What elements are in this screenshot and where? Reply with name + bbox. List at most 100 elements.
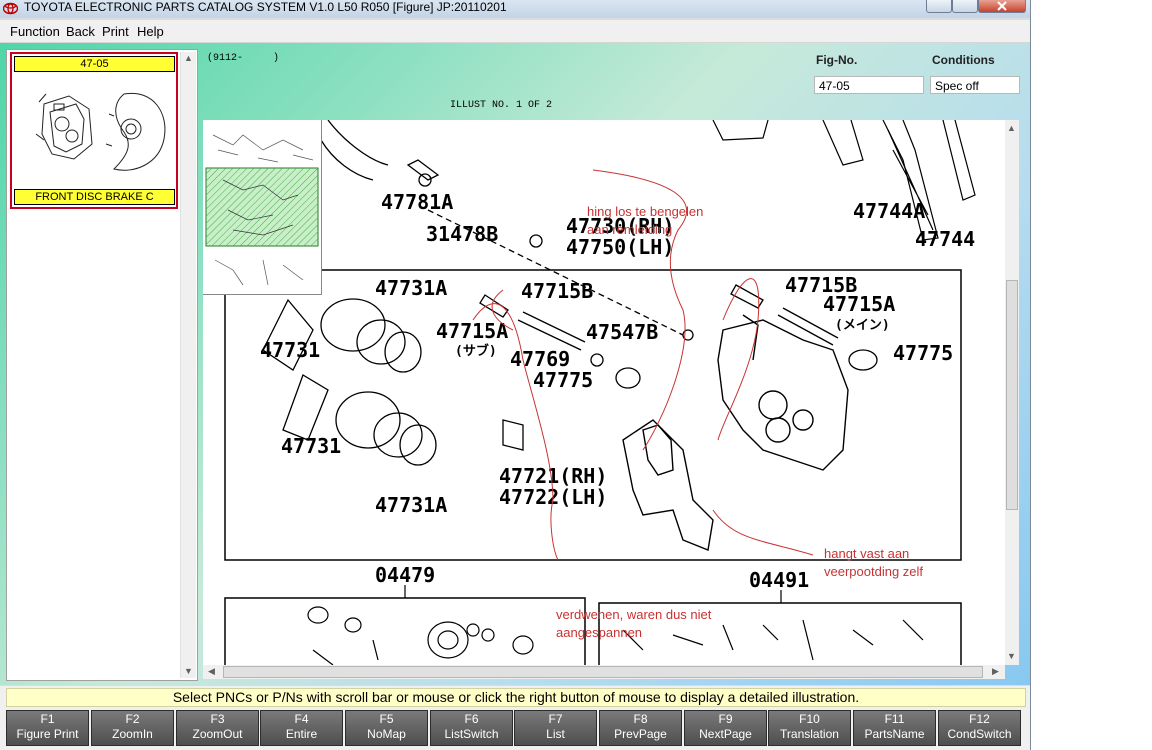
part-number-label[interactable]: 31478B [426,222,498,246]
function-key-label: ListSwitch [444,727,499,741]
figure-thumbnail[interactable]: 47-05 FRONT DISC BRAKE C [10,52,178,209]
part-number-label[interactable]: 47775 [893,341,953,365]
part-number-label[interactable]: 47744 [915,227,975,251]
function-key-label: ZoomOut [192,727,243,741]
part-number-label[interactable]: 47731 [260,338,320,362]
part-number-label[interactable]: (サブ) [455,343,497,359]
function-key-code: F2 [125,712,140,726]
menu-function[interactable]: Function [10,24,60,39]
part-number-label[interactable]: 47715A [823,292,895,316]
part-number-label[interactable]: (メイン) [835,318,890,333]
illustration-vertical-scrollbar[interactable]: ▲ ▼ [1005,120,1019,665]
brake-pad-drawing [712,120,976,241]
annotation-note-1-line-1: hing los te bengelen [587,204,704,219]
horizontal-scroll-thumb[interactable] [223,666,983,678]
part-number-label[interactable]: 47781A [381,190,453,214]
menu-help[interactable]: Help [137,24,164,39]
overview-minimap[interactable] [203,120,322,295]
illustration-horizontal-scrollbar[interactable]: ◀ ▶ [203,665,1005,679]
annotation-note-1-line-2: aan remleiding [587,222,673,237]
part-number-label[interactable]: 47715A [436,319,508,343]
function-key-code: F11 [884,712,905,726]
thumbnail-caption: FRONT DISC BRAKE C [14,189,175,205]
function-key-f5[interactable]: F5 NoMap [345,710,428,746]
function-key-label: Entire [285,727,318,741]
function-key-code: F3 [210,712,225,726]
title-bar: TOYOTA ELECTRONIC PARTS CATALOG SYSTEM V… [0,0,1030,18]
conditions-field[interactable]: Spec off [930,76,1020,94]
brake-caliper-thumbnail-image [35,92,166,171]
function-key-bar: F1 Figure Print F2 ZoomIn F3 ZoomOut F4 Entire F… [0,708,1030,750]
menu-back[interactable]: Back [66,24,95,39]
exploded-diagram: 47781A31478B 47730(RH)47750(LH)47744A4774… [224,120,976,665]
part-number-label[interactable]: 47731A [375,276,447,300]
function-key-f10[interactable]: F10 Translation [768,710,851,746]
part-number-label[interactable]: 47715B [521,279,593,303]
function-key-label: Translation [780,727,839,741]
function-key-f8[interactable]: F8 PrevPage [599,710,682,746]
annotation-note-3-line-2: aangespannen [556,625,643,640]
figure-list-scrollbar[interactable]: ▲ ▼ [180,52,196,678]
scroll-right-arrow-icon[interactable]: ▶ [989,665,1002,678]
annotation-note-2-line-2: veerpootding zelf [824,564,924,579]
function-key-label: ZoomIn [112,727,153,741]
function-key-code: F4 [294,712,309,726]
conditions-label: Conditions [932,53,995,67]
function-key-f2[interactable]: F2 ZoomIn [91,710,174,746]
scroll-left-arrow-icon[interactable]: ◀ [205,665,218,678]
minimap-image [205,134,319,286]
function-key-f1[interactable]: F1 Figure Print [6,710,89,746]
function-key-label: List [546,727,565,741]
function-key-code: F7 [548,712,563,726]
part-number-label[interactable]: 47731 [281,434,341,458]
annotation-note-1: hing los te bengelen aan remleiding [587,203,703,239]
main-content: 47-05 FRONT DISC BRAKE C ▲ ▼ (9112-) IL… [0,43,1030,685]
function-key-f11[interactable]: F11 PartsName [853,710,936,746]
close-button[interactable] [978,0,1026,13]
function-key-code: F10 [799,712,820,726]
function-key-f7[interactable]: F7 List [514,710,597,746]
status-bar: Select PNCs or P/Ns with scroll bar or m… [0,686,1030,708]
disc-rotor-drawing [320,120,389,181]
function-key-f12[interactable]: F12 CondSwitch [938,710,1021,746]
part-number-label[interactable]: 04491 [749,568,809,592]
menu-print[interactable]: Print [102,24,129,39]
menu-bar: Function Back Print Help [0,20,1030,43]
kit-frame-left [224,597,586,665]
function-key-f3[interactable]: F3 ZoomOut [176,710,259,746]
function-key-code: F8 [633,712,648,726]
annotation-note-2-line-1: hangt vast aan [824,546,910,561]
toyota-logo-icon [3,2,18,15]
parts-illustration[interactable]: 47781A 31478B 47730(RH) 47750(LH) 47744A 4774… [203,120,1005,665]
function-key-label: PrevPage [614,727,667,741]
scroll-down-arrow-icon[interactable]: ▼ [1005,650,1018,663]
function-key-code: F5 [379,712,394,726]
app-window: TOYOTA ELECTRONIC PARTS CATALOG SYSTEM V… [0,0,1031,750]
status-message: Select PNCs or P/Ns with scroll bar or m… [6,688,1026,707]
annotation-note-2: hangt vast aan veerpootding zelf [824,545,923,581]
maximize-button[interactable] [952,0,978,13]
part-number-label[interactable]: 47547B [586,320,658,344]
fig-no-field[interactable]: 47-05 [814,76,924,94]
function-key-f9[interactable]: F9 NextPage [684,710,767,746]
scroll-down-arrow-icon[interactable]: ▼ [182,665,195,678]
fig-no-label: Fig-No. [816,53,858,67]
catalog-code: (9112- ) [207,53,280,64]
annotation-note-3: verdwenen, waren dus niet aangespannen [556,606,711,642]
caliper-bracket-drawing [622,314,849,551]
scroll-up-arrow-icon[interactable]: ▲ [182,52,195,65]
function-key-f4[interactable]: F4 Entire [260,710,343,746]
function-key-code: F9 [718,712,733,726]
part-number-label[interactable]: 47731A [375,493,447,517]
part-number-label[interactable]: 47775 [533,368,593,392]
part-number-label[interactable]: 47744A [853,199,925,223]
function-key-label: Figure Print [16,727,79,741]
thumbnail-fig-number: 47-05 [14,56,175,72]
vertical-scroll-thumb[interactable] [1006,280,1018,510]
function-key-code: F12 [969,712,990,726]
function-key-label: NoMap [367,727,406,741]
minimize-button[interactable] [926,0,952,13]
part-number-label[interactable]: 04479 [375,563,435,587]
function-key-f6[interactable]: F6 ListSwitch [430,710,513,746]
scroll-up-arrow-icon[interactable]: ▲ [1005,122,1018,135]
